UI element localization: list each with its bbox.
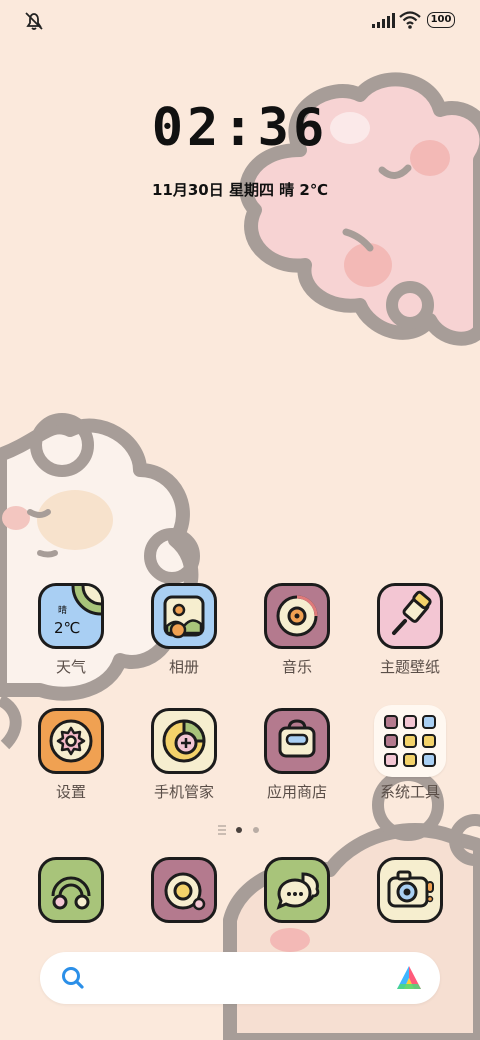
camera-icon [377,857,443,923]
folder-mini-app-icon [384,715,398,729]
folder-mini-app-icon [403,753,417,767]
search-bar[interactable] [40,952,440,1004]
clock-date[interactable]: 11月30日 星期四 晴 2℃ [120,178,360,202]
feed-page-icon [218,825,226,835]
folder-mini-app-icon [422,753,436,767]
assistant-logo-icon[interactable] [394,963,424,993]
app-settings[interactable]: 设置 [26,708,116,802]
app-themes[interactable]: 主题壁纸 [365,583,455,677]
page-dot [253,827,259,833]
status-bar: 100 [0,0,480,40]
settings-gear-icon [38,708,104,774]
signal-icon [372,13,395,28]
app-phone-manager[interactable]: 手机管家 [139,708,229,802]
app-store[interactable]: 应用商店 [252,708,342,802]
folder-mini-app-icon [422,715,436,729]
app-label: 设置 [55,783,86,801]
app-gallery[interactable]: 相册 [139,583,229,677]
page-dot-active [236,827,242,833]
music-icon [264,583,330,649]
app-label: 相册 [168,658,199,676]
dock-app-camera[interactable] [365,857,455,923]
folder-icon [374,705,446,777]
chat-bubble-icon [264,857,330,923]
gallery-icon [151,583,217,649]
folder-mini-app-icon [384,753,398,767]
app-store-bag-icon [264,708,330,774]
folder-mini-app-icon [403,734,417,748]
weather-icon: 晴 2℃ [38,583,104,649]
app-label: 应用商店 [266,783,327,801]
rainbow-icon [38,857,104,923]
dock-app-phone[interactable] [26,857,116,923]
app-label: 天气 [55,658,86,676]
app-label: 音乐 [281,658,312,676]
app-label: 系统工具 [379,783,440,801]
page-indicator[interactable] [210,823,270,837]
weather-condition: 晴 [58,606,68,616]
dock-app-browser[interactable] [139,857,229,923]
dock-app-messages[interactable] [252,857,342,923]
app-weather[interactable]: 晴 2℃ 天气 [26,583,116,677]
app-label: 主题壁纸 [379,658,440,676]
white-sheep-illustration [0,413,200,750]
battery-icon: 100 [427,12,455,28]
egg-icon [151,857,217,923]
wifi-icon [399,11,421,29]
phone-manager-icon [151,708,217,774]
app-folder-system-tools[interactable]: 系统工具 [365,705,455,802]
app-music[interactable]: 音乐 [252,583,342,677]
search-icon [62,967,84,989]
clock-time[interactable]: 02:36 [140,95,340,161]
folder-mini-app-icon [403,715,417,729]
app-label: 手机管家 [153,783,214,801]
folder-mini-app-icon [384,734,398,748]
theme-brush-icon [377,583,443,649]
folder-mini-app-icon [422,734,436,748]
weather-temperature: 2℃ [54,619,81,637]
mute-icon [25,12,43,30]
